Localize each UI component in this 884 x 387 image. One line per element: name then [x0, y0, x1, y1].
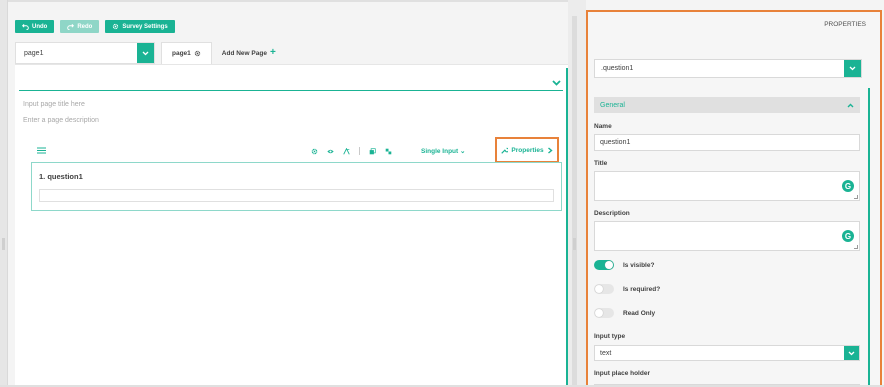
toggle-knob — [595, 285, 603, 293]
question-body: 1. question1 — [31, 162, 562, 211]
tab-page1[interactable]: page1 — [161, 42, 212, 64]
input-type-select[interactable]: text — [594, 345, 860, 361]
page-canvas: Input page title here Enter a page descr… — [15, 64, 568, 387]
panel-scrollbar[interactable] — [868, 88, 870, 387]
question-type-dropdown[interactable]: Single Input ⌄ — [421, 147, 465, 155]
survey-settings-button[interactable]: Survey Settings — [105, 20, 175, 33]
readonly-label: Read Only — [623, 309, 656, 317]
grammarly-icon[interactable]: G — [842, 180, 854, 192]
question-type-label: Single Input — [421, 148, 459, 155]
toggle-knob — [595, 309, 603, 317]
redo-label: Redo — [77, 23, 93, 30]
properties-button[interactable]: Properties — [495, 137, 559, 163]
page-select[interactable]: page1 — [15, 42, 155, 64]
right-gutter-stripe — [572, 16, 577, 387]
eye-icon[interactable] — [327, 148, 334, 155]
properties-button-label: Properties — [511, 146, 544, 154]
name-field[interactable]: question1 — [594, 134, 860, 151]
question-answer-input[interactable] — [39, 189, 554, 202]
visible-row: Is visible? — [594, 260, 654, 270]
page-select-dropdown[interactable] — [137, 43, 154, 63]
resize-handle-icon[interactable] — [854, 245, 858, 249]
drag-handle-icon[interactable] — [37, 147, 46, 154]
copy-icon[interactable] — [369, 147, 376, 155]
chevron-down-icon: ⌄ — [460, 148, 466, 155]
page-bar: page1 page1 Add New Page + — [15, 42, 286, 64]
grammarly-icon[interactable]: G — [842, 230, 854, 242]
page-title-input[interactable]: Input page title here — [23, 101, 85, 108]
properties-panel: PROPERTIES .question1 General Name quest… — [586, 10, 882, 387]
wrench-icon — [501, 147, 509, 154]
undo-button[interactable]: Undo — [15, 20, 55, 33]
question-toolbar: Single Input ⌄ Properties — [31, 137, 562, 163]
visible-label: Is visible? — [623, 261, 655, 269]
chevron-right-icon — [547, 146, 553, 154]
undo-label: Undo — [32, 23, 48, 30]
chevron-up-icon — [847, 103, 854, 107]
visible-toggle[interactable] — [594, 260, 614, 270]
required-row: Is required? — [594, 284, 660, 294]
top-divider — [8, 0, 568, 2]
add-to-toolbox-icon[interactable] — [385, 148, 392, 155]
page-collapse-row — [19, 77, 563, 91]
name-label: Name — [594, 123, 612, 130]
title-label: Title — [594, 160, 608, 167]
question-block[interactable]: Single Input ⌄ Properties 1. question1 — [31, 137, 562, 211]
add-new-page-label: Add New Page — [221, 49, 267, 57]
add-new-page-button[interactable]: Add New Page + — [212, 42, 286, 64]
general-section-header[interactable]: General — [594, 97, 860, 113]
properties-heading: PROPERTIES — [824, 21, 866, 28]
input-type-label: Input type — [594, 333, 626, 340]
left-gutter — [0, 0, 8, 387]
left-splitter-handle[interactable] — [2, 238, 5, 250]
readonly-toggle[interactable] — [594, 308, 614, 318]
editor-toolbar: Undo Redo Survey Settings — [15, 20, 175, 33]
gear-icon — [113, 23, 119, 30]
description-label: Description — [594, 210, 630, 217]
gear-icon[interactable] — [311, 148, 318, 155]
right-gutter — [568, 0, 586, 387]
question-title[interactable]: 1. question1 — [39, 172, 83, 181]
chevron-down-icon[interactable] — [552, 78, 561, 87]
page-select-value: page1 — [24, 49, 44, 57]
survey-editor: Undo Redo Survey Settings page1 page1 Ad… — [0, 0, 884, 387]
input-type-dropdown[interactable] — [844, 346, 859, 360]
resize-handle-icon[interactable] — [854, 195, 858, 199]
survey-settings-label: Survey Settings — [122, 23, 168, 30]
required-icon[interactable] — [343, 147, 350, 155]
general-section-label: General — [600, 101, 625, 109]
redo-button[interactable]: Redo — [60, 20, 100, 33]
description-field[interactable]: G — [594, 221, 860, 251]
object-select-dropdown[interactable] — [844, 60, 861, 77]
designer-area: Undo Redo Survey Settings page1 page1 Ad… — [8, 0, 568, 387]
toggle-knob — [605, 261, 613, 269]
input-type-value: text — [600, 349, 612, 357]
required-label: Is required? — [623, 285, 661, 293]
page-description-input[interactable]: Enter a page description — [23, 117, 99, 124]
chevron-down-icon — [848, 351, 855, 355]
undo-icon — [22, 24, 29, 30]
chevron-down-icon — [142, 51, 149, 55]
required-toggle[interactable] — [594, 284, 614, 294]
object-select[interactable]: .question1 — [594, 59, 862, 78]
name-field-value: question1 — [600, 139, 631, 146]
right-splitter-handle[interactable] — [573, 238, 576, 250]
plus-icon: + — [269, 47, 276, 58]
redo-icon — [67, 24, 75, 30]
title-field[interactable]: G — [594, 171, 860, 201]
gear-icon[interactable] — [194, 50, 201, 57]
question-actions — [311, 147, 392, 155]
readonly-row: Read Only — [594, 308, 655, 318]
object-select-value: .question1 — [601, 65, 634, 72]
chevron-down-icon — [849, 66, 856, 71]
toolbar-separator — [359, 147, 360, 155]
placeholder-label: Input place holder — [594, 370, 650, 377]
tab-page1-label: page1 — [172, 50, 191, 57]
